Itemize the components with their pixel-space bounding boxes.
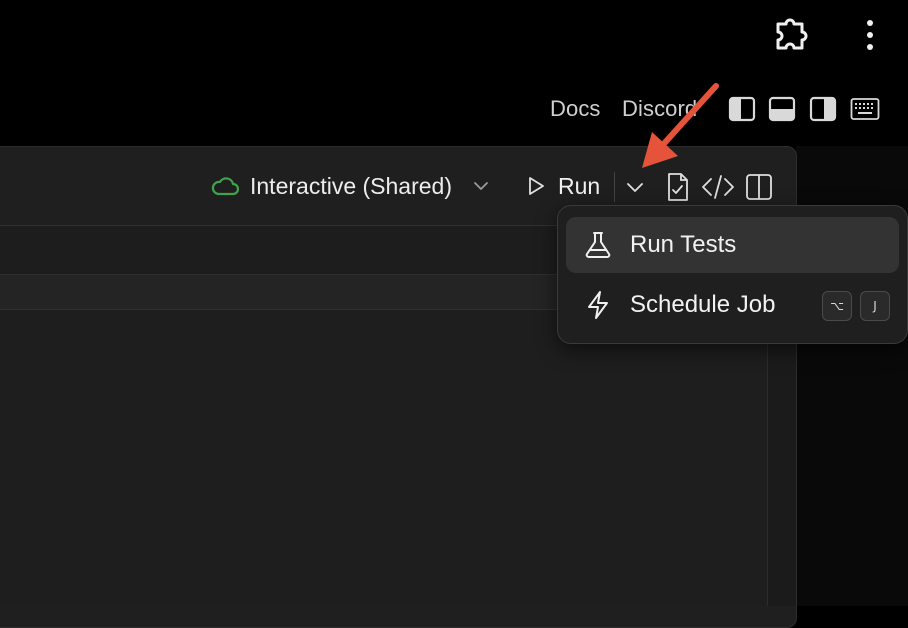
run-button[interactable]: Run [526,168,600,204]
play-icon [526,175,546,197]
annotation-arrow [630,80,730,180]
divider [614,172,615,202]
compute-selector[interactable]: Interactive (Shared) [210,168,490,204]
puzzle-extension-icon[interactable] [772,14,812,54]
flask-icon [582,229,614,261]
layout-sidebar-left-icon[interactable] [728,96,756,122]
split-view-icon[interactable] [745,172,773,202]
menu-item-label: Schedule Job [630,291,776,318]
keyboard-icon[interactable] [850,96,880,122]
menu-item-run-tests[interactable]: Run Tests [566,217,899,273]
cloud-icon [210,174,240,198]
menu-item-schedule-job[interactable]: Schedule Job ⌥ J [566,277,899,333]
compute-label: Interactive (Shared) [250,172,452,199]
run-options-menu: Run Tests Schedule Job ⌥ J [557,205,908,344]
editor-content[interactable] [0,310,767,606]
shortcut-key: J [860,291,890,321]
chevron-down-icon [472,177,490,195]
docs-link[interactable]: Docs [550,96,601,122]
more-vertical-icon[interactable] [858,18,882,52]
menu-item-label: Run Tests [630,231,737,258]
run-label: Run [558,172,601,199]
layout-sidebar-right-icon[interactable] [809,96,837,122]
lightning-icon [582,289,614,321]
layout-panel-bottom-icon[interactable] [768,96,796,122]
shortcut-key: ⌥ [822,291,852,321]
